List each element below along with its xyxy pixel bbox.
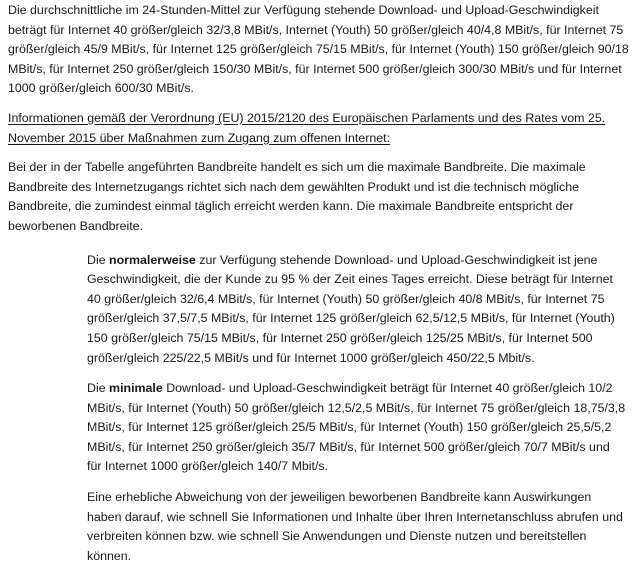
normal-prefix: Die: [87, 252, 110, 267]
minimum-prefix: Die: [87, 381, 110, 396]
average-speed-paragraph: Die durchschnittliche im 24-Stunden-Mitt…: [8, 3, 629, 96]
deviation-paragraph: Eine erhebliche Abweichung von der jewei…: [87, 490, 623, 563]
max-bandwidth-paragraph: Bei der in der Tabelle angeführten Bandb…: [8, 160, 586, 233]
normal-speed-paragraph: Die normalerweise zur Verfügung stehende…: [87, 251, 627, 369]
minimum-keyword: minimale: [109, 381, 163, 396]
regulation-heading: Informationen gemäß der Verordnung (EU) …: [8, 110, 606, 145]
minimum-text: Download- und Upload-Geschwindigkeit bet…: [87, 381, 626, 474]
normal-text: zur Verfügung stehende Download- und Upl…: [87, 252, 615, 365]
minimum-speed-paragraph: Die minimale Download- und Upload-Geschw…: [87, 379, 627, 477]
document-body: Die durchschnittliche im 24-Stunden-Mitt…: [8, 0, 636, 566]
normal-keyword: normalerweise: [109, 252, 196, 267]
